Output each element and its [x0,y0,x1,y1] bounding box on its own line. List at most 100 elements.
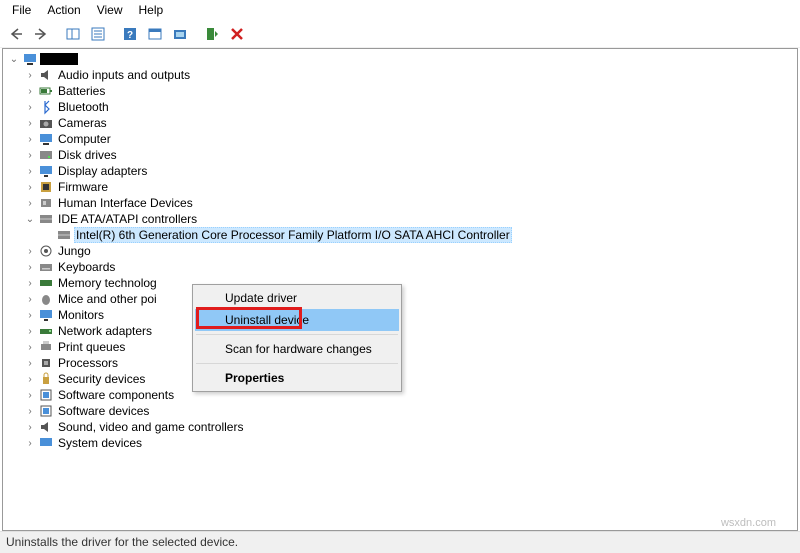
cm-scan-hardware[interactable]: Scan for hardware changes [195,338,399,360]
tree-item-label: Computer [56,132,113,146]
chevron-right-icon[interactable]: › [23,436,37,450]
cm-update-driver[interactable]: Update driver [195,287,399,309]
chevron-right-icon[interactable]: › [23,276,37,290]
chevron-right-icon[interactable]: › [23,116,37,130]
chevron-right-icon[interactable]: › [23,180,37,194]
tree-category[interactable]: ›Audio inputs and outputs [3,67,797,83]
uninstall-device-button[interactable] [225,22,249,46]
monitor-icon [38,307,54,323]
tree-item-label: Sound, video and game controllers [56,420,245,434]
computer-icon [22,51,38,67]
menu-file[interactable]: File [4,1,39,19]
chevron-right-icon[interactable]: › [23,356,37,370]
view-button[interactable] [143,22,167,46]
properties-button[interactable] [86,22,110,46]
chevron-right-icon[interactable]: › [23,308,37,322]
software-device-icon [38,403,54,419]
statusbar-text: Uninstalls the driver for the selected d… [6,535,238,549]
tree-category[interactable]: ›Batteries [3,83,797,99]
sound-icon [38,419,54,435]
display-icon [38,163,54,179]
processor-icon [38,355,54,371]
chevron-down-icon[interactable]: ⌄ [7,52,21,66]
menu-view[interactable]: View [89,1,131,19]
tree-category-expanded[interactable]: ⌄IDE ATA/ATAPI controllers [3,211,797,227]
tree-category[interactable]: › Firmware [3,179,797,195]
tree-item-label: Keyboards [56,260,117,274]
ide-icon [38,211,54,227]
tree-item-label: Print queues [56,340,127,354]
tree-item-label: Network adapters [56,324,154,338]
computer-icon [38,131,54,147]
tree-root[interactable]: ⌄ [3,51,797,67]
enable-device-button[interactable] [200,22,224,46]
tree-item-label: Bluetooth [56,100,111,114]
tree-category[interactable]: › Bluetooth [3,99,797,115]
tree-category[interactable]: › Software devices [3,403,797,419]
tree-item-label: Memory technolog [56,276,159,290]
tree-category[interactable]: › Computer [3,131,797,147]
cm-uninstall-device[interactable]: Uninstall device [195,309,399,331]
watermark: wsxdn.com [721,517,776,529]
printer-icon [38,339,54,355]
tree-category[interactable]: › Keyboards [3,259,797,275]
help-button[interactable]: ? [118,22,142,46]
tree-device-selected[interactable]: Intel(R) 6th Generation Core Processor F… [3,227,797,243]
forward-button[interactable] [29,22,53,46]
tree-item-label: Firmware [56,180,110,194]
tree-item-label: Jungo [56,244,93,258]
chevron-right-icon[interactable]: › [23,148,37,162]
root-label [40,53,78,65]
chevron-right-icon[interactable]: › [23,100,37,114]
context-menu: Update driver Uninstall device Scan for … [192,284,402,392]
chevron-right-icon[interactable]: › [23,164,37,178]
cm-properties[interactable]: Properties [195,367,399,389]
tree-category[interactable]: › Disk drives [3,147,797,163]
tree-item-label: Display adapters [56,164,149,178]
tree-category[interactable]: › Jungo [3,243,797,259]
scan-button[interactable] [168,22,192,46]
chevron-right-icon[interactable]: › [23,372,37,386]
tree-item-label: Disk drives [56,148,119,162]
tree-category[interactable]: › Sound, video and game controllers [3,419,797,435]
firmware-icon [38,179,54,195]
menu-action[interactable]: Action [39,1,88,19]
tree-item-label: Software components [56,388,176,402]
battery-icon [38,83,54,99]
chevron-right-icon[interactable]: › [23,196,37,210]
chevron-right-icon[interactable]: › [23,84,37,98]
camera-icon [38,115,54,131]
ide-controller-icon [56,227,72,243]
chevron-right-icon[interactable]: › [23,324,37,338]
tree-item-label: Intel(R) 6th Generation Core Processor F… [74,227,512,243]
chevron-right-icon[interactable]: › [23,68,37,82]
back-button[interactable] [4,22,28,46]
chevron-right-icon[interactable]: › [23,404,37,418]
expander-empty [41,228,55,242]
bluetooth-icon [38,99,54,115]
show-hide-button[interactable] [61,22,85,46]
chevron-right-icon[interactable]: › [23,292,37,306]
tree-category[interactable]: › System devices [3,435,797,451]
chevron-right-icon[interactable]: › [23,244,37,258]
tree-item-label: Monitors [56,308,106,322]
tree-category[interactable]: ›Human Interface Devices [3,195,797,211]
chevron-right-icon[interactable]: › [23,260,37,274]
chevron-right-icon[interactable]: › [23,340,37,354]
software-component-icon [38,387,54,403]
tree-item-label: System devices [56,436,144,450]
tree-category[interactable]: ›Cameras [3,115,797,131]
network-icon [38,323,54,339]
tree-category[interactable]: › Display adapters [3,163,797,179]
cm-separator [196,334,398,335]
chevron-right-icon[interactable]: › [23,388,37,402]
chevron-right-icon[interactable]: › [23,420,37,434]
chevron-right-icon[interactable]: › [23,132,37,146]
toolbar: ? [0,20,800,48]
svg-text:?: ? [127,30,133,41]
chevron-down-icon[interactable]: ⌄ [23,212,37,226]
tree-item-label: Software devices [56,404,151,418]
statusbar: Uninstalls the driver for the selected d… [0,531,800,553]
cm-separator [196,363,398,364]
menu-help[interactable]: Help [131,1,172,19]
